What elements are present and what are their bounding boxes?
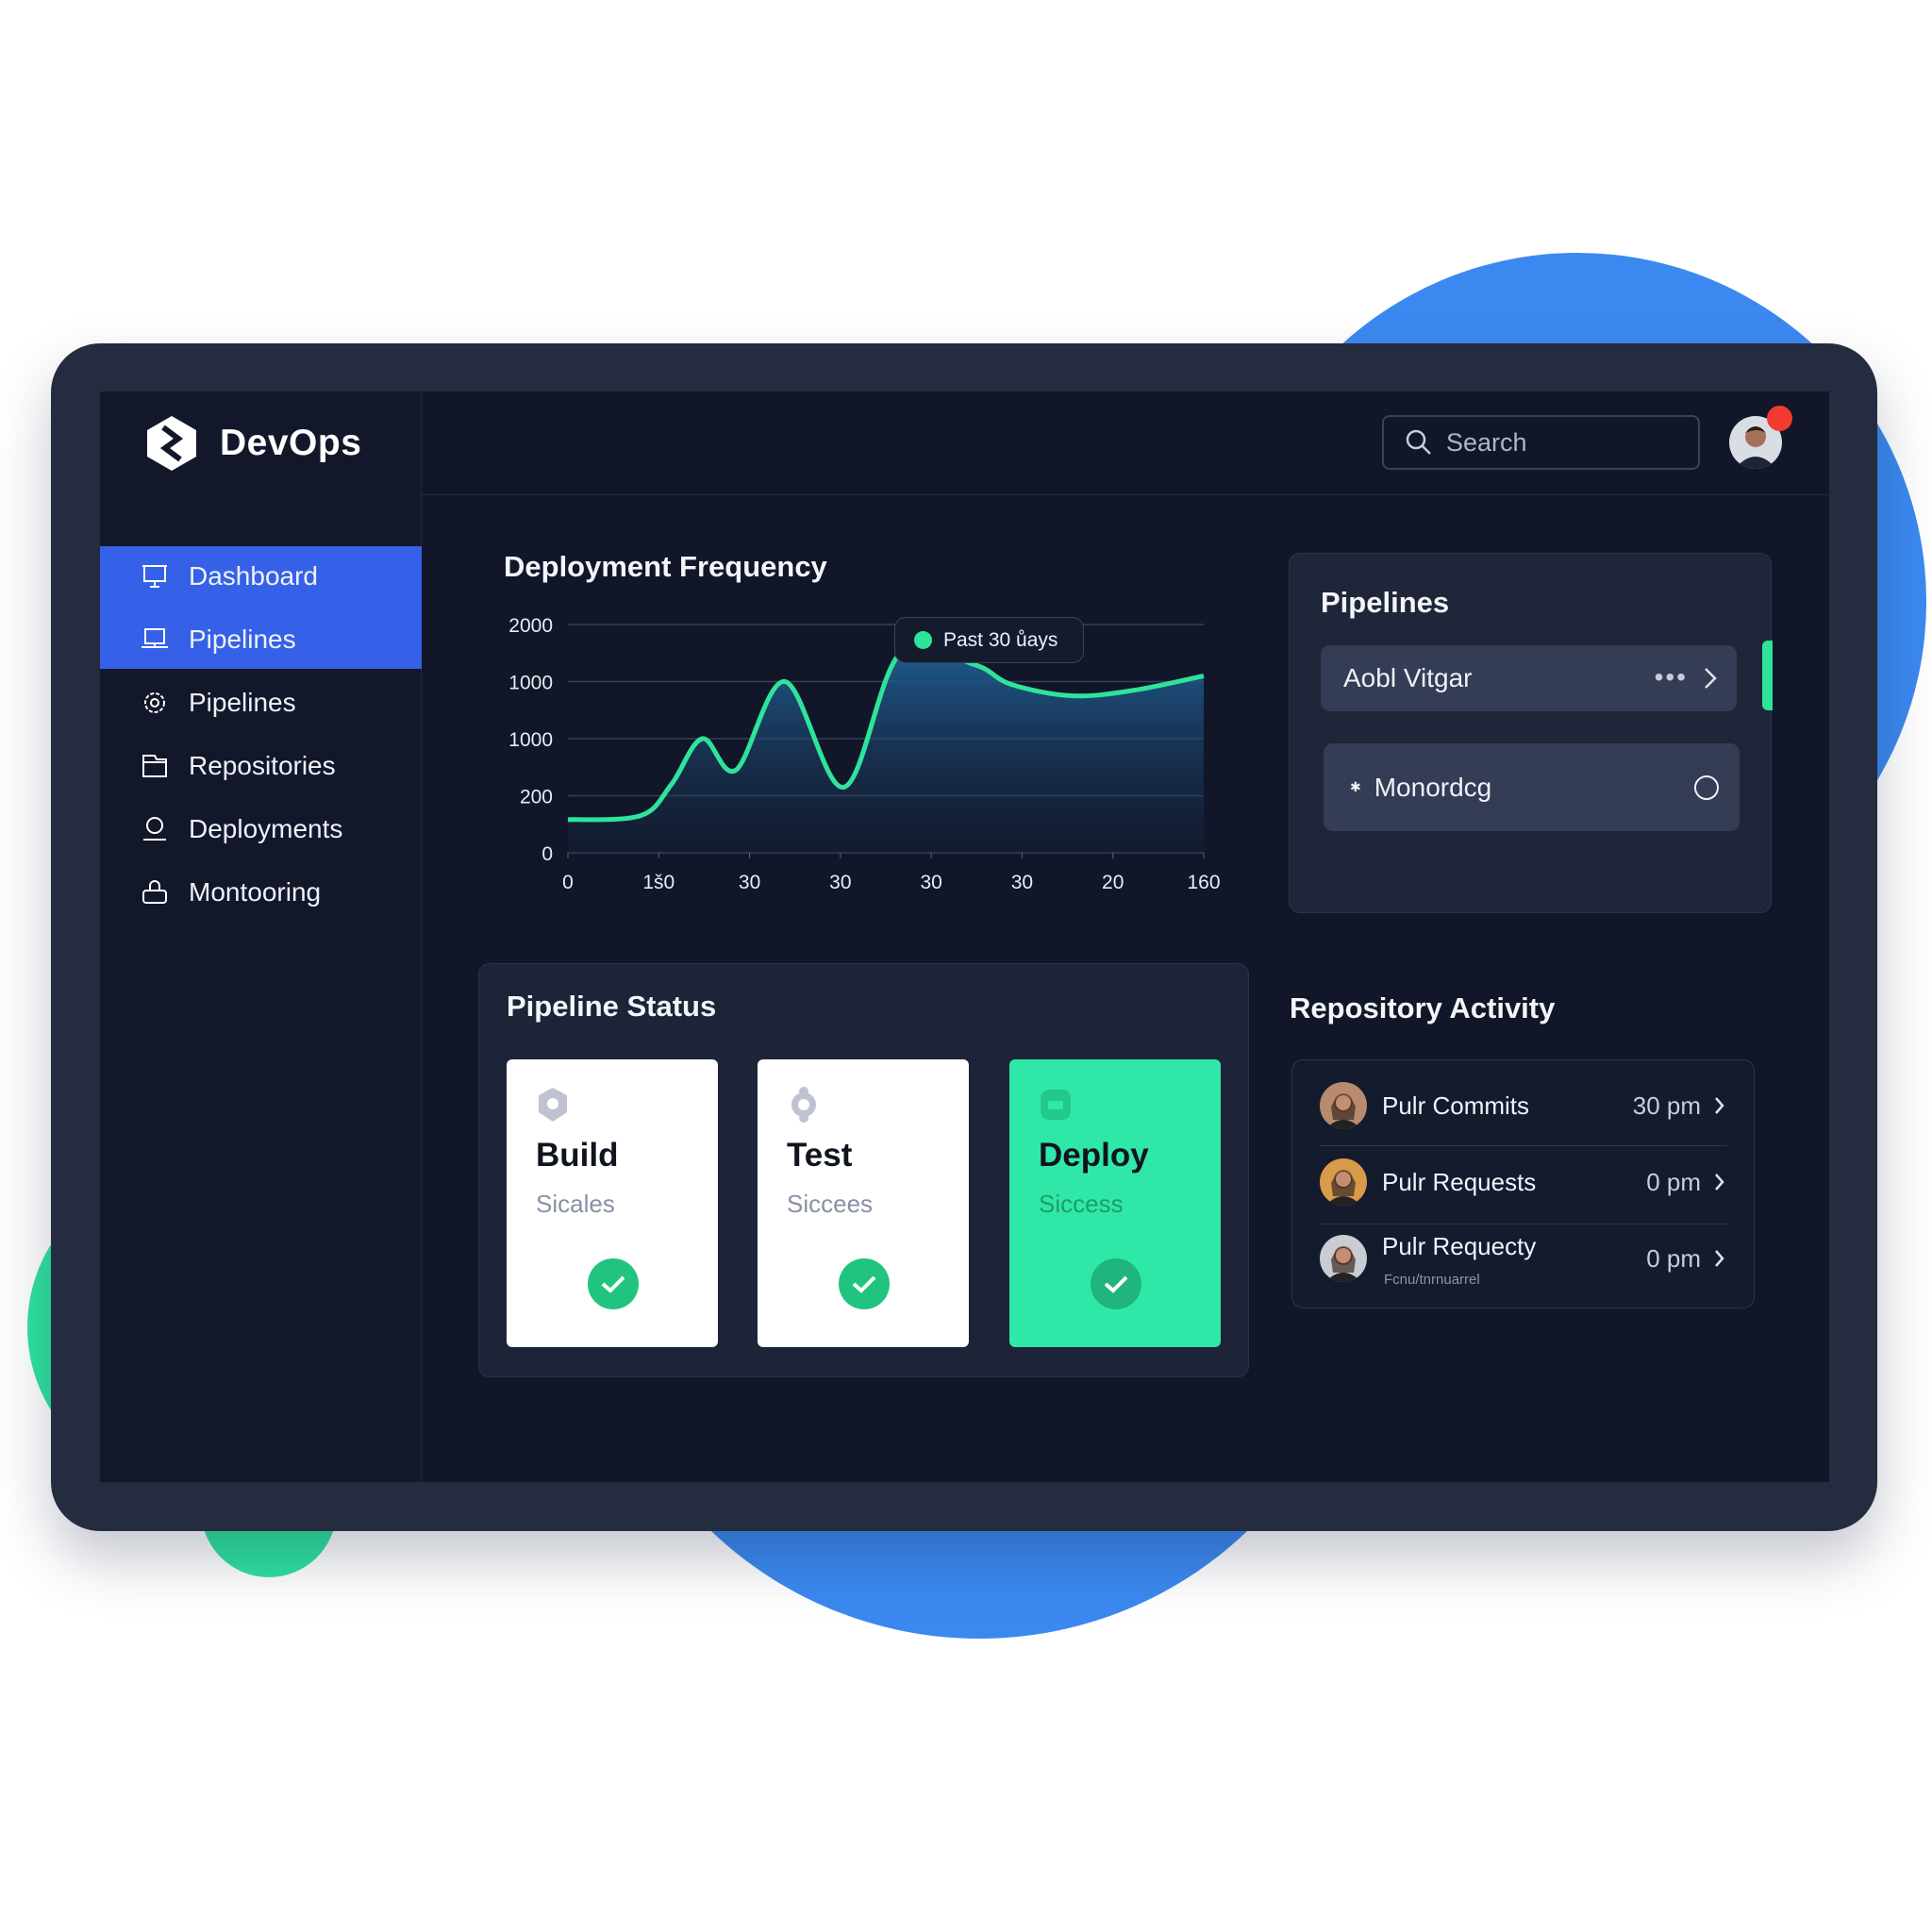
gear-icon [791, 1087, 816, 1123]
chevron-right-icon[interactable] [1714, 1248, 1725, 1269]
sidebar-item-repositories[interactable]: Repositories [100, 735, 422, 797]
pipelines-title: Pipelines [1321, 586, 1450, 619]
legend-label: Past 30 ůays [943, 628, 1058, 651]
pipeline-status-panel: Pipeline Status Build Sicales Test Sicce… [478, 963, 1249, 1377]
sidebar: DevOps Dashboard Pipelines Pipelines Reposi… [100, 391, 422, 1482]
repository-activity-title: Repository Activity [1290, 991, 1556, 1024]
check-icon [1091, 1258, 1141, 1309]
sidebar-item-label: Repositories [189, 751, 336, 780]
chart-legend-badge: Past 30 ůays [894, 617, 1084, 663]
chevron-right-icon[interactable] [1714, 1172, 1725, 1192]
user-icon [143, 817, 166, 841]
activity-row[interactable]: Pulr Commits 30 pm [1292, 1068, 1754, 1143]
activity-name: Pulr Requecty [1382, 1232, 1537, 1260]
search-icon [1406, 429, 1431, 455]
card-status: Sicales [536, 1190, 615, 1218]
x-tick-label: 30 [1011, 872, 1033, 893]
check-icon [588, 1258, 639, 1309]
brand-name: DevOps [220, 423, 362, 463]
folder-icon [142, 755, 167, 777]
hexagon-icon [539, 1088, 567, 1122]
activity-row[interactable]: Pulr Requests 0 pm [1292, 1144, 1754, 1220]
activity-row[interactable]: Pulr Requecty Fcnu/tnrnuarrel 0 pm [1292, 1221, 1754, 1296]
activity-subtext: Fcnu/tnrnuarrel [1384, 1272, 1480, 1288]
scroll-indicator[interactable] [1762, 641, 1773, 710]
top-header: Search [422, 391, 1829, 495]
bullet-icon: ✱ [1350, 779, 1361, 794]
sidebar-item-dashboard[interactable]: Dashboard [100, 545, 422, 608]
x-tick-label: 0 [562, 872, 574, 893]
sidebar-item-montooring[interactable]: Montooring [100, 861, 422, 924]
activity-time: 0 pm [1646, 1243, 1701, 1273]
pipelines-panel: Pipelines Aobl Vitgar ••• ✱ Monordcg [1289, 553, 1773, 913]
search-placeholder: Search [1446, 427, 1527, 457]
x-tick-label: 30 [829, 872, 851, 893]
card-title: Test [787, 1137, 853, 1174]
avatar [1320, 1082, 1367, 1129]
brand-logo[interactable]: DevOps [144, 414, 361, 473]
y-tick-label: 1000 [508, 729, 553, 751]
sidebar-item-label: Deployments [189, 814, 343, 843]
search-input[interactable]: Search [1382, 415, 1700, 470]
presentation-icon [142, 565, 167, 588]
repository-activity-list: Pulr Commits 30 pm Pulr Requests 0 pm Pulr R… [1291, 1059, 1755, 1308]
lock-icon [142, 880, 167, 904]
gear-icon [144, 692, 165, 713]
activity-time: 0 pm [1646, 1167, 1701, 1196]
card-title: Build [536, 1137, 619, 1174]
activity-name: Pulr Commits [1382, 1091, 1530, 1120]
pipeline-item-label: Aobl Vitgar [1343, 663, 1473, 692]
sidebar-item-label: Dashboard [189, 561, 318, 591]
sidebar-item-pipelines-2[interactable]: Pipelines [100, 672, 422, 734]
more-icon[interactable]: ••• [1655, 662, 1688, 692]
activity-name: Pulr Requests [1382, 1167, 1537, 1196]
sidebar-item-pipelines[interactable]: Pipelines [100, 608, 422, 671]
monitor-icon [142, 628, 168, 648]
card-status: Siccees [787, 1190, 874, 1218]
sidebar-item-label: Pipelines [189, 688, 296, 717]
test-card[interactable]: Test Siccees [758, 1059, 969, 1347]
pipeline-item-label: Monordcg [1374, 772, 1492, 802]
chevron-right-icon[interactable] [1714, 1095, 1725, 1116]
notification-dot [1767, 406, 1792, 431]
pipeline-item[interactable]: Aobl Vitgar ••• [1321, 645, 1737, 711]
radio-icon[interactable] [1694, 774, 1719, 800]
build-card[interactable]: Build Sicales [507, 1059, 718, 1347]
sidebar-item-label: Montooring [189, 877, 322, 907]
avatar [1320, 1235, 1367, 1282]
card-status: Siccess [1039, 1190, 1124, 1218]
sidebar-item-label: Pipelines [189, 625, 296, 654]
deploy-card[interactable]: Deploy Siccess [1009, 1059, 1221, 1347]
logo-icon [147, 416, 196, 471]
deployment-frequency-title: Deployment Frequency [504, 550, 827, 583]
avatar [1320, 1158, 1367, 1206]
x-tick-label: 20 [1102, 872, 1124, 893]
x-tick-label: 30 [920, 872, 941, 893]
check-icon [839, 1258, 890, 1309]
legend-dot [914, 631, 932, 649]
pipeline-item[interactable]: ✱ Monordcg [1324, 743, 1740, 831]
card-title: Deploy [1039, 1137, 1149, 1174]
y-tick-label: 200 [520, 787, 553, 808]
x-tick-label: 30 [739, 872, 760, 893]
divider [1319, 1145, 1727, 1146]
app-window: DevOps Dashboard Pipelines Pipelines Reposi… [100, 391, 1829, 1482]
x-tick-label: 1š0 [642, 872, 675, 893]
pipeline-status-title: Pipeline Status [507, 990, 717, 1023]
chevron-right-icon[interactable] [1703, 666, 1718, 691]
y-tick-label: 0 [541, 843, 553, 865]
activity-time: 30 pm [1632, 1091, 1701, 1120]
y-tick-label: 1000 [508, 673, 553, 694]
x-tick-label: 160 [1187, 872, 1220, 893]
box-icon [1041, 1090, 1071, 1120]
y-tick-label: 2000 [508, 615, 553, 637]
sidebar-item-deployments[interactable]: Deployments [100, 798, 422, 860]
